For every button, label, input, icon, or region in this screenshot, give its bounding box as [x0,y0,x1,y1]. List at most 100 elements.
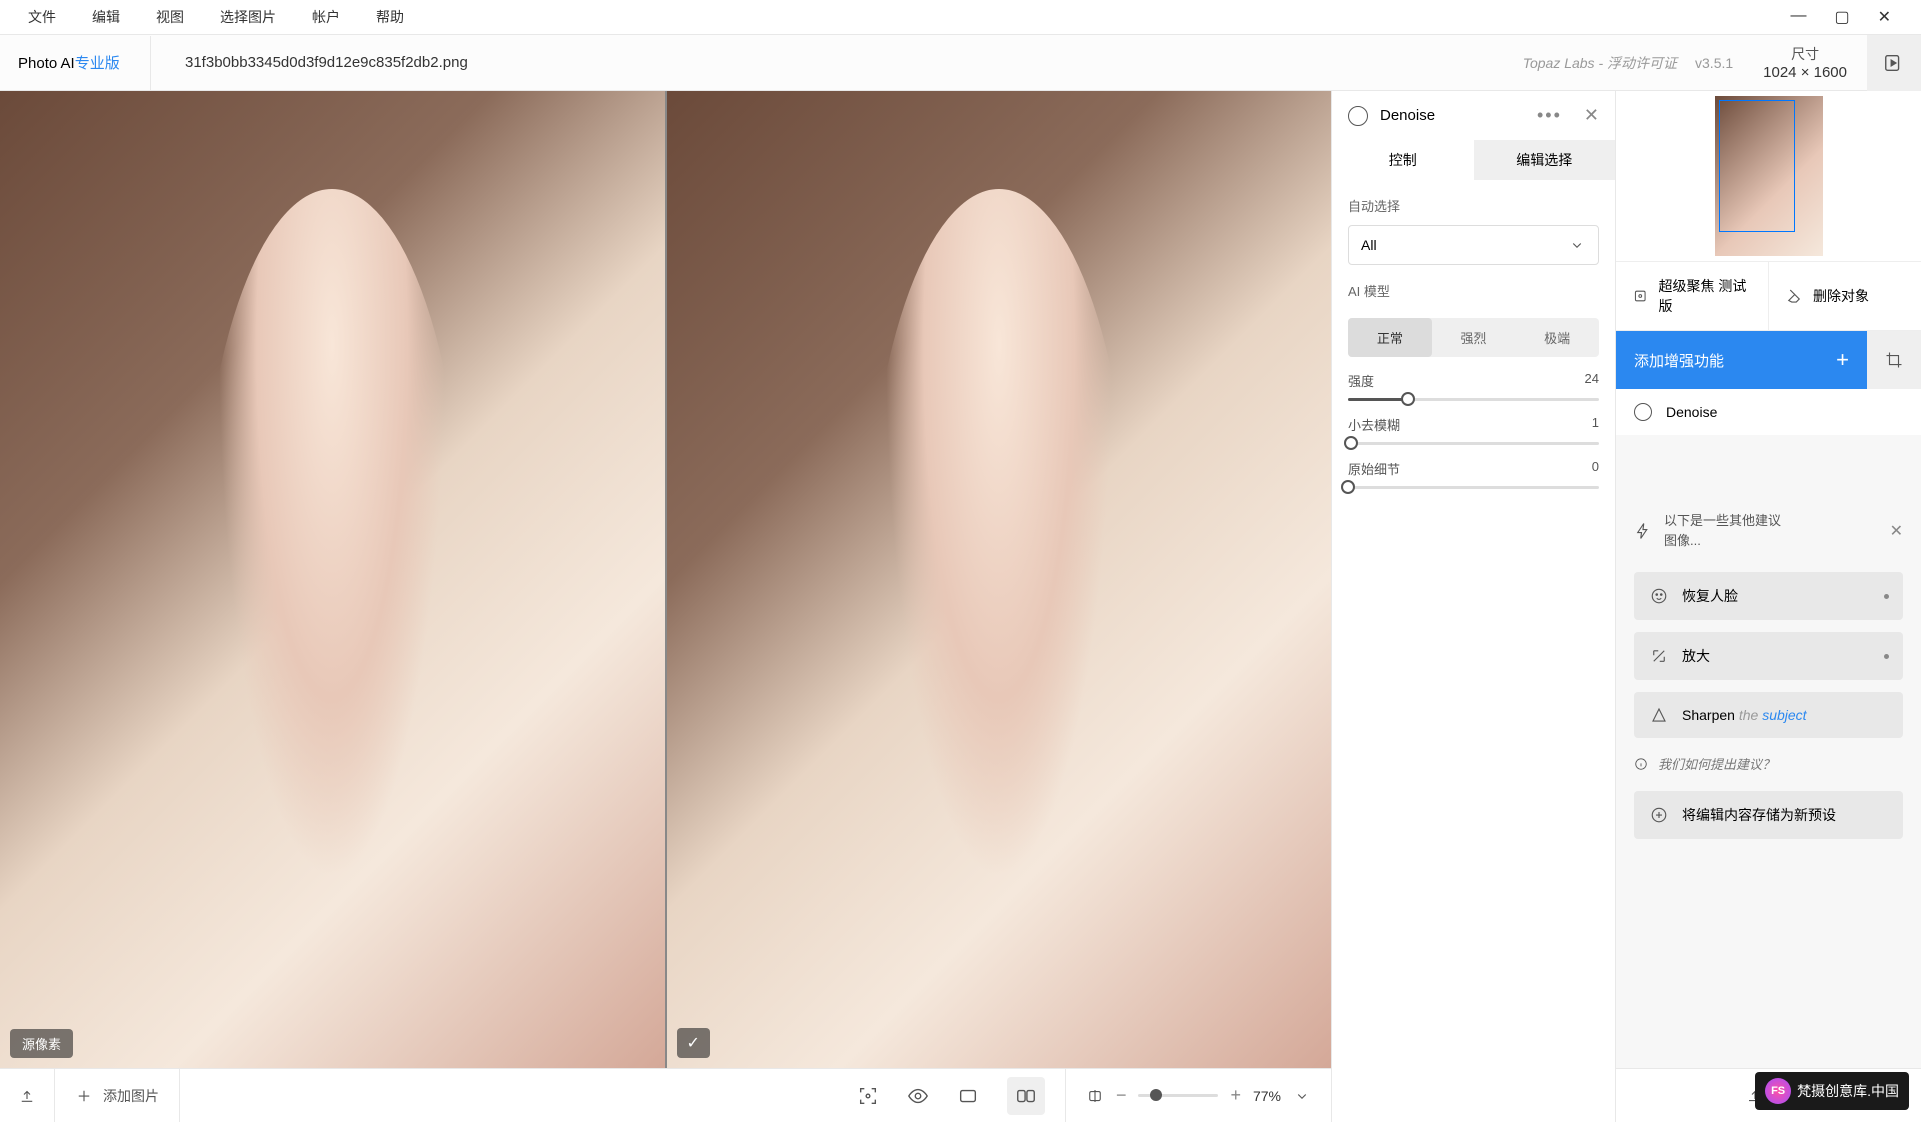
logo-text: Photo AI [18,55,75,72]
upload-icon [18,1087,36,1105]
how-suggestions-label: 我们如何提出建议？ [1658,754,1775,773]
more-options-icon[interactable]: ••• [1537,105,1562,126]
suggest-restore-face[interactable]: 恢复人脸 [1634,572,1903,620]
window-maximize-icon[interactable]: ▢ [1834,7,1849,27]
strength-slider-row: 强度24 [1332,357,1615,401]
globe-icon [1348,106,1368,126]
thumbnail[interactable] [1715,96,1823,256]
how-suggestions-link[interactable]: 我们如何提出建议？ [1616,744,1921,783]
image-result: ✓ [667,91,1332,1068]
deblur-value: 1 [1592,415,1599,434]
delete-object-label: 删除对象 [1813,286,1869,306]
menu-edit[interactable]: 编辑 [74,7,138,27]
model-normal-button[interactable]: 正常 [1348,318,1432,357]
thumbnail-selection[interactable] [1719,100,1795,232]
eye-icon[interactable] [907,1085,929,1107]
triangle-icon [1650,706,1668,724]
zoom-in-button[interactable]: + [1230,1085,1241,1106]
suggest-restore-face-label: 恢复人脸 [1682,586,1738,606]
eraser-icon [1785,287,1803,305]
auto-select-value: All [1361,237,1377,253]
superfocus-button[interactable]: 超级聚焦 测试版 [1616,261,1768,331]
main-area: 源像素 ✓ 添加图片 − [0,91,1921,1122]
applied-denoise-label: Denoise [1666,404,1717,420]
app-logo: Photo AI专业版 [0,52,150,73]
chevron-down-icon[interactable] [1293,1087,1311,1105]
suggest-upscale[interactable]: 放大 [1634,632,1903,680]
split-view-button[interactable] [1007,1077,1045,1115]
dimensions: 尺寸 1024 × 1600 [1763,44,1847,81]
split-slider-icon[interactable] [1086,1087,1104,1105]
close-suggestions-icon[interactable]: ✕ [1890,521,1903,541]
menubar: 文件 编辑 视图 选择图片 帐户 帮助 — ▢ ✕ [0,0,1921,35]
focus-box-icon[interactable] [857,1085,879,1107]
menu-file[interactable]: 文件 [10,7,74,27]
filename: 31f3b0bb3345d0d3f9d12e9c835f2db2.png [151,54,1523,71]
strength-slider[interactable] [1348,398,1599,401]
deblur-slider[interactable] [1348,442,1599,445]
watermark-text: 梵摄创意库.中国 [1797,1081,1899,1101]
close-panel-icon[interactable]: ✕ [1584,105,1599,126]
result-check-icon: ✓ [677,1028,710,1058]
viewer: 源像素 ✓ 添加图片 − [0,91,1331,1122]
menu-account[interactable]: 帐户 [294,7,358,27]
window-controls: — ▢ ✕ [1770,7,1911,27]
right-column: 超级聚焦 测试版 删除对象 添加增强功能 + Denoise 以下是一些其他建议… [1615,91,1921,1122]
queue-play-button[interactable] [1867,35,1921,91]
delete-object-button[interactable]: 删除对象 [1768,261,1921,331]
header-bar: Photo AI专业版 31f3b0bb3345d0d3f9d12e9c835f… [0,35,1921,91]
model-extreme-button[interactable]: 极端 [1515,318,1599,357]
focus-icon [1632,287,1649,305]
comparison-canvas[interactable]: 源像素 ✓ [0,91,1331,1068]
suggest-sharpen[interactable]: Sharpen the subject [1634,692,1903,738]
crop-icon [1885,351,1903,369]
globe-icon [1634,403,1652,421]
menu-help[interactable]: 帮助 [358,7,422,27]
tab-control[interactable]: 控制 [1332,140,1474,180]
watermark-badge: FS [1765,1078,1791,1104]
strength-value: 24 [1585,371,1599,390]
auto-select-dropdown[interactable]: All [1348,225,1599,265]
viewer-toolbar: 添加图片 − + 77% [0,1068,1331,1122]
source-label: 源像素 [10,1029,73,1058]
version: v3.5.1 [1695,55,1733,71]
add-enhance-button[interactable]: 添加增强功能 + [1616,331,1867,389]
menu-select-image[interactable]: 选择图片 [202,7,294,27]
auto-select-label: 自动选择 [1332,180,1615,225]
add-image-button[interactable]: 添加图片 [55,1086,179,1106]
panel-tabs: 控制 编辑选择 [1332,140,1615,180]
expand-icon [1650,647,1668,665]
logo-edition: 专业版 [75,55,120,72]
applied-denoise[interactable]: Denoise [1616,389,1921,435]
lightning-icon [1634,522,1652,540]
zoom-percent: 77% [1253,1088,1281,1104]
crop-button[interactable] [1867,331,1921,389]
export-menu-button[interactable] [0,1069,54,1122]
zoom-slider[interactable] [1138,1094,1218,1097]
window-minimize-icon[interactable]: — [1790,7,1806,27]
original-detail-slider[interactable] [1348,486,1599,489]
chevron-down-icon [1568,236,1586,254]
add-enhance-row: 添加增强功能 + [1616,331,1921,389]
superfocus-label: 超级聚焦 测试版 [1659,276,1752,316]
plus-icon: + [1836,347,1849,373]
window-close-icon[interactable]: ✕ [1878,7,1891,27]
original-detail-value: 0 [1592,459,1599,478]
model-segmented: 正常 强烈 极端 [1348,318,1599,357]
thumbnail-area [1616,91,1921,261]
watermark: FS 梵摄创意库.中国 [1755,1072,1909,1110]
original-detail-slider-row: 原始细节0 [1332,445,1615,489]
menu-view[interactable]: 视图 [138,7,202,27]
info-icon [1634,757,1648,771]
panel-title: Denoise [1380,107,1525,124]
suggest-sharpen-label: Sharpen the subject [1682,707,1807,723]
save-preset-button[interactable]: 将编辑内容存储为新预设 [1634,791,1903,839]
ai-model-label: AI 模型 [1332,265,1615,310]
zoom-out-button[interactable]: − [1116,1085,1127,1106]
single-view-icon[interactable] [957,1085,979,1107]
deblur-label: 小去模糊 [1348,415,1400,434]
tab-edit-selection[interactable]: 编辑选择 [1474,140,1616,180]
model-strong-button[interactable]: 强烈 [1432,318,1516,357]
dimensions-label: 尺寸 [1763,44,1847,64]
suggestions-text: 以下是一些其他建议 图像... [1664,511,1878,550]
